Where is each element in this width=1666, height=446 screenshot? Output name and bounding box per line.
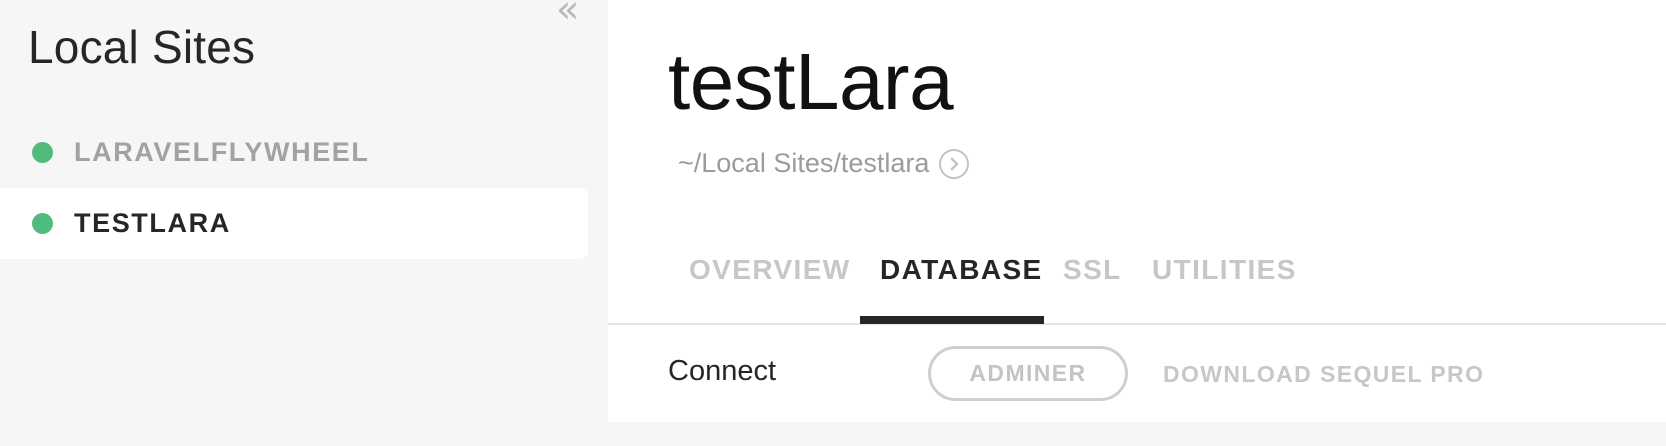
tab-database[interactable]: DATABASE xyxy=(880,254,1043,286)
chevron-right-icon xyxy=(951,157,959,170)
database-panel: Connect ADMINER DOWNLOAD SEQUEL PRO xyxy=(608,327,1666,422)
site-item-laravelflywheel[interactable]: LARAVELFLYWHEEL xyxy=(0,117,588,188)
collapse-sidebar-icon[interactable]: « xyxy=(556,0,592,28)
site-name-label: TESTLARA xyxy=(74,208,231,238)
adminer-button[interactable]: ADMINER xyxy=(928,346,1128,401)
bottom-strip xyxy=(608,422,1666,446)
tab-overview[interactable]: OVERVIEW xyxy=(689,254,851,286)
tab-utilities[interactable]: UTILITIES xyxy=(1152,254,1297,286)
site-tabs: OVERVIEW DATABASE SSL UTILITIES xyxy=(608,240,1666,325)
active-tab-indicator xyxy=(860,316,1044,324)
sidebar: « Local Sites LARAVELFLYWHEEL TESTLARA xyxy=(0,0,608,446)
site-item-testlara[interactable]: TESTLARA xyxy=(0,188,588,259)
app-window: « Local Sites LARAVELFLYWHEEL TESTLARA t… xyxy=(0,0,1666,446)
site-title: testLara xyxy=(668,37,954,126)
connect-label: Connect xyxy=(668,355,777,387)
sidebar-title: Local Sites xyxy=(28,21,256,73)
status-dot-icon xyxy=(32,213,53,234)
status-dot-icon xyxy=(32,142,53,163)
site-path-text: ~/Local Sites/testlara xyxy=(678,148,930,178)
reveal-in-finder-icon[interactable] xyxy=(939,148,970,179)
download-sequel-pro-link[interactable]: DOWNLOAD SEQUEL PRO xyxy=(1163,361,1484,388)
site-name-label: LARAVELFLYWHEEL xyxy=(74,137,370,167)
site-path: ~/Local Sites/testlara xyxy=(678,148,970,179)
tab-ssl[interactable]: SSL xyxy=(1063,254,1122,286)
main-panel: testLara ~/Local Sites/testlara OVERVIEW… xyxy=(608,0,1666,446)
